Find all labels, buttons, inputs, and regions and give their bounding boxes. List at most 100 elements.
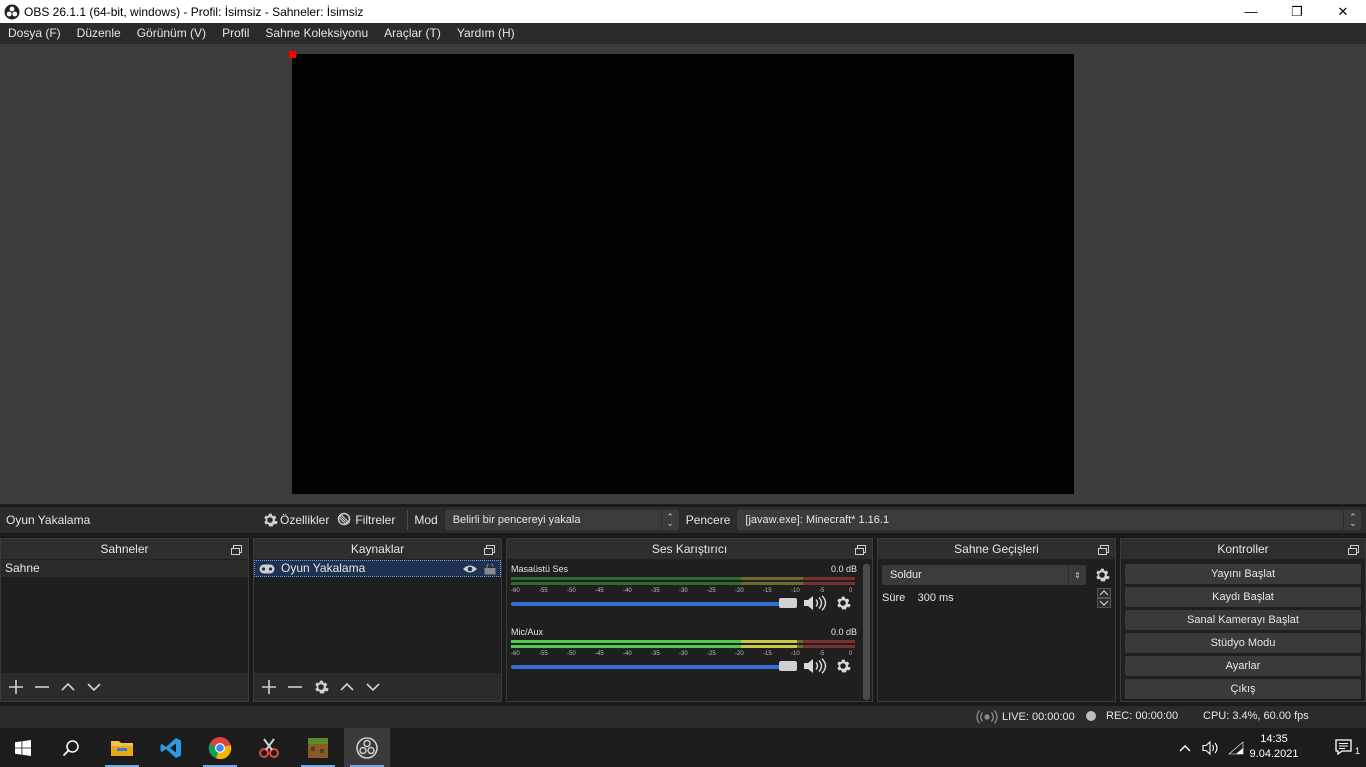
sources-dock-header: Kaynaklar xyxy=(254,539,501,559)
volume-slider[interactable] xyxy=(511,602,797,606)
settings-button[interactable]: Ayarlar xyxy=(1125,656,1361,676)
chevron-up-icon[interactable] xyxy=(1178,743,1192,753)
undock-icon[interactable] xyxy=(484,545,495,555)
source-resize-handle[interactable] xyxy=(289,51,296,58)
controls-title: Kontroller xyxy=(1217,542,1269,556)
close-button[interactable]: ✕ xyxy=(1320,0,1366,23)
search-button[interactable] xyxy=(48,728,94,767)
volume-meter xyxy=(511,640,855,650)
duration-spinner[interactable] xyxy=(1097,588,1111,608)
transition-select[interactable]: Soldur ⇕ xyxy=(882,565,1086,585)
studio-mode-button[interactable]: Stüdyo Modu xyxy=(1125,633,1361,653)
eye-icon[interactable] xyxy=(462,564,478,574)
volume-slider-handle[interactable] xyxy=(779,661,797,671)
speaker-icon[interactable] xyxy=(803,595,827,611)
select-arrows-icon: ⌃ ⌄ xyxy=(1343,510,1361,530)
wifi-icon[interactable] xyxy=(1228,740,1244,755)
title-bar: OBS 26.1.1 (64-bit, windows) - Profil: İ… xyxy=(0,0,1366,23)
volume-slider-handle[interactable] xyxy=(779,598,797,608)
taskbar-vscode[interactable] xyxy=(148,728,194,767)
mixer-scrollbar[interactable] xyxy=(863,564,870,700)
move-source-down-button[interactable] xyxy=(362,676,384,698)
taskbar-file-explorer[interactable] xyxy=(99,728,145,767)
gear-icon[interactable] xyxy=(835,595,851,611)
taskbar-snipping-tool[interactable] xyxy=(246,728,292,767)
move-scene-down-button[interactable] xyxy=(83,676,105,698)
volume-slider[interactable] xyxy=(511,665,797,669)
source-item-label: Oyun Yakalama xyxy=(281,561,366,575)
mode-value: Belirli bir pencereyi yakala xyxy=(452,514,581,526)
sources-toolbar xyxy=(254,673,501,701)
status-bar: LIVE: 00:00:00 REC: 00:00:00 CPU: 3.4%, … xyxy=(0,706,1366,728)
channel-db: 0.0 dB xyxy=(830,627,857,637)
start-recording-button[interactable]: Kaydı Başlat xyxy=(1125,587,1361,607)
mode-select[interactable]: Belirli bir pencereyi yakala ⌃ ⌄ xyxy=(443,509,680,531)
action-center-button[interactable]: 1 xyxy=(1324,728,1366,767)
scene-item[interactable]: Sahne xyxy=(1,560,248,577)
duration-row: Süre 300 ms xyxy=(882,588,1111,608)
minus-icon xyxy=(35,686,49,688)
preview-canvas[interactable] xyxy=(292,54,1074,494)
exit-button[interactable]: Çıkış xyxy=(1125,679,1361,699)
taskbar-clock[interactable]: 14:35 9.04.2021 xyxy=(1244,732,1304,762)
volume-icon[interactable] xyxy=(1202,740,1220,755)
sources-dock: Kaynaklar Oyun Yakalama xyxy=(253,538,502,702)
mixer-channel-desktop: Masaüstü Ses 0.0 dB -60 -55 -50 -45 -40 -35 -3… xyxy=(511,564,857,624)
minimize-button[interactable]: — xyxy=(1228,0,1274,23)
undock-icon[interactable] xyxy=(231,545,242,555)
chevron-down-icon[interactable] xyxy=(1097,598,1111,608)
add-source-button[interactable] xyxy=(258,676,280,698)
scenes-title: Sahneler xyxy=(100,542,149,556)
filters-button[interactable]: Filtreler xyxy=(337,512,395,528)
volume-meter xyxy=(511,577,855,587)
menu-scene-collection[interactable]: Sahne Koleksiyonu xyxy=(257,23,376,44)
obs-logo-icon xyxy=(4,4,20,19)
taskbar-minecraft[interactable] xyxy=(295,728,341,767)
start-virtual-camera-button[interactable]: Sanal Kamerayı Başlat xyxy=(1125,610,1361,630)
start-button[interactable] xyxy=(0,728,46,767)
undock-icon[interactable] xyxy=(1348,545,1359,555)
undock-icon[interactable] xyxy=(855,545,866,555)
live-timer: LIVE: 00:00:00 xyxy=(1002,711,1075,723)
taskbar-obs[interactable] xyxy=(344,728,390,767)
minecraft-icon xyxy=(308,737,328,758)
audio-mixer-dock: Ses Karıştırıcı Masaüstü Ses 0.0 dB -60-… xyxy=(506,538,873,702)
move-source-up-button[interactable] xyxy=(336,676,358,698)
menu-edit[interactable]: Düzenle xyxy=(69,23,129,44)
gear-icon[interactable] xyxy=(835,658,851,674)
context-source-name: Oyun Yakalama xyxy=(6,513,91,527)
folder-icon xyxy=(111,740,133,756)
system-tray xyxy=(1178,728,1244,767)
start-streaming-button[interactable]: Yayını Başlat xyxy=(1125,564,1361,584)
menu-profile[interactable]: Profil xyxy=(214,23,257,44)
mode-label: Mod xyxy=(414,513,438,527)
duration-input[interactable]: 300 ms xyxy=(909,588,1095,608)
speaker-icon[interactable] xyxy=(803,658,827,674)
remove-scene-button[interactable] xyxy=(31,676,53,698)
chevron-up-icon[interactable] xyxy=(1097,588,1111,598)
menu-tools[interactable]: Araçlar (T) xyxy=(376,23,449,44)
menu-file[interactable]: Dosya (F) xyxy=(0,23,69,44)
chrome-icon xyxy=(208,736,232,759)
taskbar-chrome[interactable] xyxy=(197,728,243,767)
properties-label: Özellikler xyxy=(280,513,330,527)
source-properties-button[interactable] xyxy=(310,676,332,698)
restore-button[interactable]: ❐ xyxy=(1274,0,1320,23)
lock-icon[interactable] xyxy=(484,564,496,575)
remove-source-button[interactable] xyxy=(284,676,306,698)
undock-icon[interactable] xyxy=(1098,545,1109,555)
properties-button[interactable]: Özellikler xyxy=(262,512,329,528)
window-label: Pencere xyxy=(685,513,731,527)
gear-icon[interactable] xyxy=(1094,567,1110,583)
source-item[interactable]: Oyun Yakalama xyxy=(254,560,501,577)
mixer-channel-mic: Mic/Aux 0.0 dB -60 -55 -50 -45 -40 -35 -30 -25-… xyxy=(511,627,857,687)
add-scene-button[interactable] xyxy=(5,676,27,698)
menu-view[interactable]: Görünüm (V) xyxy=(129,23,214,44)
rec-timer: REC: 00:00:00 xyxy=(1106,710,1179,722)
menu-help[interactable]: Yardım (H) xyxy=(449,23,523,44)
move-scene-up-button[interactable] xyxy=(57,676,79,698)
scenes-toolbar xyxy=(1,673,248,701)
window-select[interactable]: [javaw.exe]: Minecraft* 1.16.1 ⌃ ⌄ xyxy=(736,509,1363,531)
window-value: [javaw.exe]: Minecraft* 1.16.1 xyxy=(745,514,890,526)
filters-label: Filtreler xyxy=(355,513,396,527)
